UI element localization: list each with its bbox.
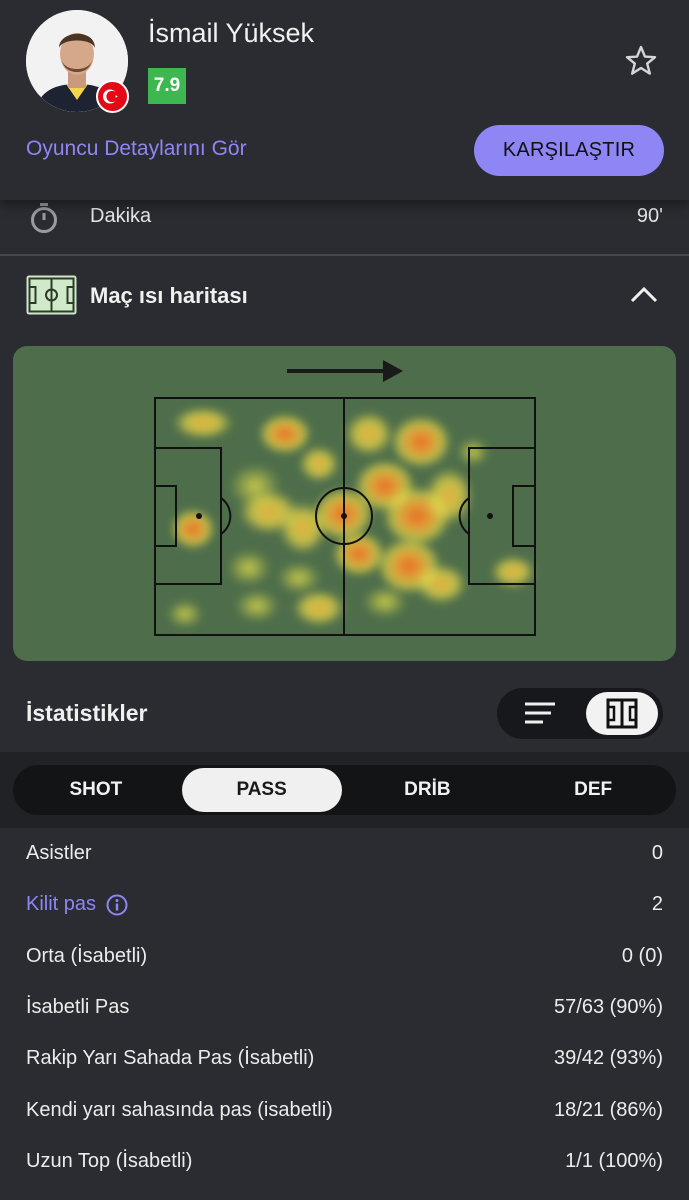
stats-title: İstatistikler [26,700,148,726]
list-view-button[interactable] [507,692,571,735]
stat-label: Asistler [26,842,92,865]
stat-value: 18/21 (86%) [554,1098,663,1121]
heatmap-title: Maç ısı haritası [90,283,248,308]
tab-pass[interactable]: PASS [181,768,342,812]
tab-def[interactable]: DEF [513,768,673,812]
tab-drib[interactable]: DRİB [348,768,508,812]
stat-row-long-balls: Uzun Top (İsabetli) 1/1 (100%) [0,1136,689,1187]
stat-label: Orta (İsabetli) [26,944,148,967]
stat-value: 57/63 (90%) [554,996,663,1019]
stats-tabs-band: SHOT PASS DRİB DEF [0,752,689,828]
stat-label: Kendi yarı sahasında pas (isabetli) [26,1098,333,1121]
player-rating-badge: 7.9 [148,68,186,104]
stats-view-toggle [497,688,663,739]
stat-label: Rakip Yarı Sahada Pas (İsabetli) [26,1047,315,1070]
player-details-link[interactable]: Oyuncu Detaylarını Gör [26,137,247,161]
stat-label: Uzun Top (İsabetli) [26,1149,193,1172]
list-icon [525,702,555,724]
stat-label: Kilit pas [26,893,97,916]
arrow-right-icon [287,360,403,382]
heatmap-blobs [167,407,535,628]
stat-value: 39/42 (93%) [554,1047,663,1070]
stopwatch-icon [31,203,57,233]
stat-label: İsabetli Pas [26,996,130,1019]
minutes-value: 90' [636,205,663,227]
section-divider [0,254,689,256]
stat-row-key-passes[interactable]: Kilit pas 2 [0,879,689,930]
pitch-icon [26,275,77,315]
stat-row-accurate-passes: İsabetli Pas 57/63 (90%) [0,982,689,1033]
stat-row-assists: Asistler 0 [0,828,689,879]
minutes-label: Dakika [90,205,152,227]
tab-shot[interactable]: SHOT [16,768,176,812]
heatmap-section-header[interactable]: Maç ısı haritası [0,270,689,320]
pitch-view-button[interactable] [586,692,658,735]
favorite-star-icon[interactable] [622,42,660,80]
stat-row-opp-half-passes: Rakip Yarı Sahada Pas (İsabetli) 39/42 (… [0,1033,689,1084]
heatmap-pitch [154,360,536,636]
player-name: İsmail Yüksek [148,18,315,48]
turkey-flag-icon [96,80,129,113]
stat-value: 0 (0) [621,944,663,967]
chevron-up-icon[interactable] [628,282,660,306]
info-icon[interactable] [106,894,128,916]
stat-list: Asistler 0 Kilit pas 2 Orta (İsabetli) 0… [0,828,689,1187]
heatmap-card [13,346,676,661]
stats-tabs: SHOT PASS DRİB DEF [13,765,676,815]
player-header: İsmail Yüksek 7.9 Oyuncu Detaylarını Gör… [0,0,689,200]
stat-row-own-half-passes: Kendi yarı sahasında pas (isabetli) 18/2… [0,1084,689,1135]
pitch-view-icon [606,698,638,729]
stat-row-crosses: Orta (İsabetli) 0 (0) [0,931,689,982]
minutes-row: Dakika 90' [0,200,689,255]
stat-value: 2 [651,893,663,916]
stat-value: 0 [651,842,663,865]
stat-value: 1/1 (100%) [565,1149,663,1172]
compare-button[interactable]: KARŞILAŞTIR [474,125,664,176]
